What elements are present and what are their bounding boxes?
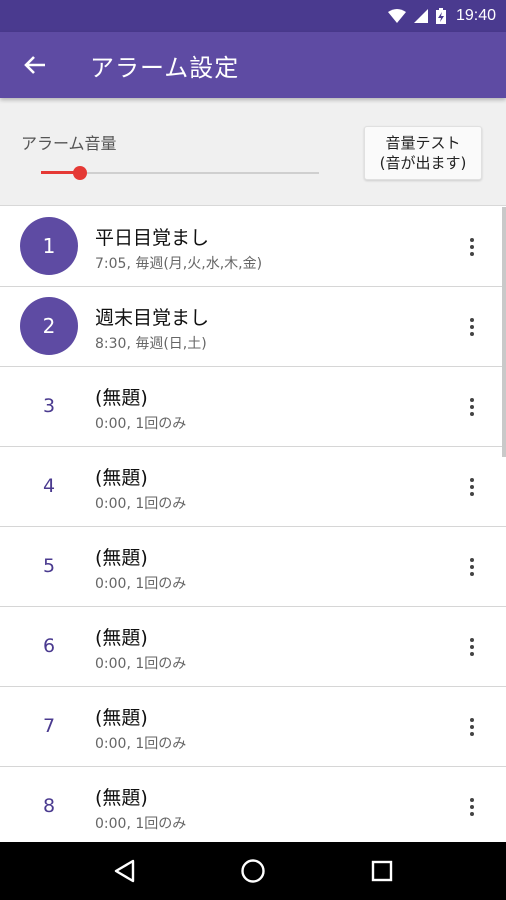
- alarm-number: 7: [42, 715, 56, 737]
- status-time: 19:40: [455, 7, 496, 24]
- alarm-name: (無題): [95, 467, 148, 489]
- volume-label: アラーム音量: [21, 134, 117, 153]
- alarm-detail: 0:00, 1回のみ: [95, 496, 187, 512]
- more-vert-icon[interactable]: [462, 313, 482, 341]
- volume-slider[interactable]: [41, 164, 319, 182]
- slider-thumb[interactable]: [72, 166, 87, 180]
- volume-test-button[interactable]: 音量テスト (音が出ます): [364, 126, 482, 180]
- alarm-row[interactable]: 7 (無題) 0:00, 1回のみ: [0, 687, 506, 767]
- alarm-detail: 0:00, 1回のみ: [95, 816, 187, 832]
- alarm-list: 1 平日目覚まし 7:05, 毎週(月,火,水,木,金) 2 週末目覚まし 8:…: [0, 207, 506, 842]
- battery-charging-icon: [435, 8, 446, 24]
- triangle-back-icon: [115, 859, 135, 883]
- page-title: アラーム設定: [90, 53, 240, 82]
- nav-recent-button[interactable]: [352, 842, 412, 900]
- back-button[interactable]: [0, 32, 70, 98]
- alarm-name: 平日目覚まし: [95, 227, 210, 249]
- more-vert-icon[interactable]: [462, 393, 482, 421]
- alarm-row[interactable]: 6 (無題) 0:00, 1回のみ: [0, 607, 506, 687]
- alarm-number: 5: [42, 555, 56, 577]
- alarm-row[interactable]: 1 平日目覚まし 7:05, 毎週(月,火,水,木,金): [0, 207, 506, 287]
- app-bar: アラーム設定: [0, 32, 506, 98]
- cell-signal-icon: [413, 9, 428, 23]
- square-recent-icon: [371, 860, 392, 882]
- alarm-detail: 0:00, 1回のみ: [95, 736, 187, 752]
- alarm-row[interactable]: 2 週末目覚まし 8:30, 毎週(日,土): [0, 287, 506, 367]
- alarm-name: (無題): [95, 547, 148, 569]
- wifi-icon: [387, 9, 406, 23]
- alarm-row[interactable]: 4 (無題) 0:00, 1回のみ: [0, 447, 506, 527]
- alarm-name: 週末目覚まし: [95, 307, 210, 329]
- alarm-detail: 0:00, 1回のみ: [95, 576, 187, 592]
- alarm-number-badge: 2: [20, 297, 78, 355]
- alarm-name: (無題): [95, 387, 148, 409]
- more-vert-icon[interactable]: [462, 713, 482, 741]
- arrow-left-icon: [24, 56, 45, 74]
- more-vert-icon[interactable]: [462, 793, 482, 821]
- alarm-detail: 8:30, 毎週(日,土): [95, 336, 207, 352]
- system-nav-bar: [0, 842, 506, 900]
- alarm-detail: 7:05, 毎週(月,火,水,木,金): [95, 256, 263, 272]
- alarm-number: 3: [42, 395, 56, 417]
- alarm-number-badge: 1: [20, 217, 78, 275]
- alarm-detail: 0:00, 1回のみ: [95, 656, 187, 672]
- alarm-row[interactable]: 5 (無題) 0:00, 1回のみ: [0, 527, 506, 607]
- alarm-number: 8: [42, 795, 56, 817]
- more-vert-icon[interactable]: [462, 553, 482, 581]
- more-vert-icon[interactable]: [462, 633, 482, 661]
- alarm-row[interactable]: 3 (無題) 0:00, 1回のみ: [0, 367, 506, 447]
- nav-back-button[interactable]: [94, 842, 154, 900]
- circle-home-icon: [241, 859, 265, 883]
- more-vert-icon[interactable]: [462, 233, 482, 261]
- alarm-detail: 0:00, 1回のみ: [95, 416, 187, 432]
- alarm-row[interactable]: 8 (無題) 0:00, 1回のみ: [0, 767, 506, 842]
- more-vert-icon[interactable]: [462, 473, 482, 501]
- alarm-number: 6: [42, 635, 56, 657]
- status-bar: 19:40: [0, 0, 506, 32]
- volume-test-note: (音が出ます): [379, 154, 467, 172]
- alarm-name: (無題): [95, 627, 148, 649]
- alarm-name: (無題): [95, 787, 148, 809]
- alarm-number: 4: [42, 475, 56, 497]
- volume-test-label: 音量テスト: [385, 134, 461, 152]
- list-scrollbar[interactable]: [502, 207, 506, 457]
- alarm-name: (無題): [95, 707, 148, 729]
- nav-home-button[interactable]: [223, 842, 283, 900]
